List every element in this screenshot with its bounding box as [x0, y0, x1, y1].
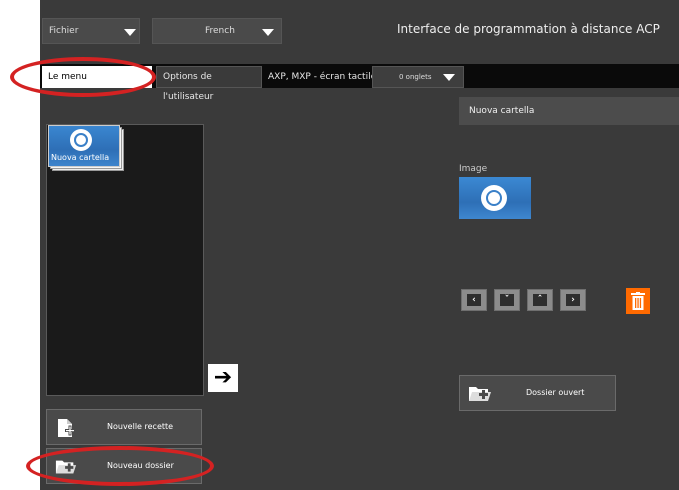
- chevron-down-icon: [443, 74, 455, 81]
- new-folder-icon: [55, 460, 77, 474]
- move-down-button[interactable]: ˇ: [494, 289, 520, 311]
- open-folder-icon: [469, 387, 491, 401]
- open-folder-label: Dossier ouvert: [526, 388, 585, 397]
- open-folder-button[interactable]: Dossier ouvert: [459, 375, 616, 411]
- file-menu-dropdown[interactable]: Fichier: [42, 18, 140, 44]
- app-title: Interface de programmation à distance AC…: [397, 22, 660, 36]
- menu-items-panel: Nuova cartella: [46, 124, 204, 396]
- ring-icon: [70, 129, 92, 151]
- new-recipe-icon: [58, 419, 75, 437]
- chevron-left-icon: ‹: [467, 294, 481, 306]
- trash-icon: [631, 292, 645, 310]
- move-up-button[interactable]: ˆ: [527, 289, 553, 311]
- folder-card[interactable]: Nuova cartella: [48, 125, 124, 171]
- move-left-button[interactable]: ‹: [461, 289, 487, 311]
- ring-icon: [481, 185, 507, 211]
- file-menu-label: Fichier: [49, 26, 79, 36]
- image-label: Image: [459, 164, 488, 174]
- move-right-button[interactable]: ➔: [208, 364, 238, 392]
- chevron-down-icon: ˇ: [500, 294, 514, 306]
- move-right-nav-button[interactable]: ›: [560, 289, 586, 311]
- tab-menu[interactable]: Le menu: [42, 66, 152, 88]
- language-label: French: [205, 26, 235, 36]
- chevron-right-icon: ›: [566, 294, 580, 306]
- new-folder-label: Nouveau dossier: [107, 461, 174, 470]
- tab-device[interactable]: AXP, MXP - écran tactile: [264, 66, 378, 88]
- folder-thumbnail: Nuova cartella: [48, 125, 120, 167]
- onglets-label: 0 onglets: [399, 73, 432, 81]
- new-folder-button[interactable]: Nouveau dossier: [46, 448, 202, 484]
- chevron-down-icon: [124, 29, 136, 36]
- language-dropdown[interactable]: French: [152, 18, 282, 44]
- delete-button[interactable]: [626, 288, 650, 314]
- image-thumbnail[interactable]: [459, 177, 531, 219]
- tab-bar: Le menu Options de l'utilisateur AXP, MX…: [40, 64, 679, 102]
- folder-name-header[interactable]: Nuova cartella: [459, 97, 679, 125]
- tab-user-options[interactable]: Options de l'utilisateur: [156, 66, 262, 102]
- onglets-dropdown[interactable]: 0 onglets: [372, 66, 464, 88]
- top-bar: Fichier French Interface de programmatio…: [40, 0, 679, 60]
- app-window: Fichier French Interface de programmatio…: [40, 0, 679, 490]
- chevron-down-icon: [262, 29, 274, 36]
- chevron-up-icon: ˆ: [533, 294, 547, 306]
- arrow-right-icon: ➔: [213, 365, 233, 390]
- new-recipe-button[interactable]: Nouvelle recette: [46, 409, 202, 445]
- folder-card-label: Nuova cartella: [51, 153, 110, 162]
- new-recipe-label: Nouvelle recette: [107, 422, 174, 431]
